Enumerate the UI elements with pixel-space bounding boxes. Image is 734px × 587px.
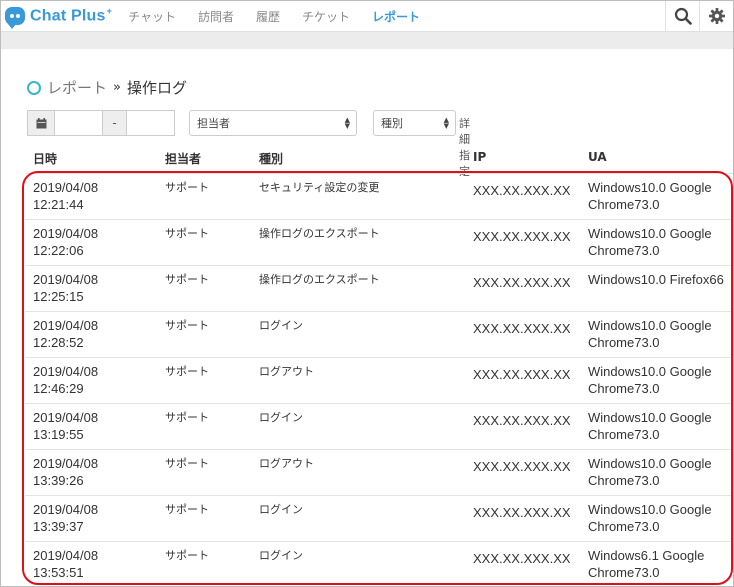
end-date-input[interactable] <box>127 110 175 136</box>
cell-ua: Windows10.0 Firefox66 <box>588 272 724 287</box>
search-icon <box>674 7 692 25</box>
cell-operator: サポート <box>165 181 209 194</box>
cell-type: 操作ログのエクスポート <box>259 227 380 240</box>
cell-operator: サポート <box>165 365 209 378</box>
nav-item-visitors[interactable]: 訪問者 <box>198 8 234 25</box>
nav-item-history[interactable]: 履歴 <box>256 8 280 25</box>
nav-item-tickets[interactable]: チケット <box>302 8 350 25</box>
cell-ip: XXX.XX.XXX.XX <box>473 367 571 382</box>
operator-select-value: 担当者 <box>197 117 230 130</box>
nav-right <box>665 1 733 31</box>
top-nav: Chat Plus+ チャット 訪問者 履歴 チケット レポート <box>1 1 733 31</box>
chat-bubble-icon <box>5 7 25 29</box>
header-type: 種別 <box>259 152 284 166</box>
cell-operator: サポート <box>165 549 209 562</box>
cell-ua: Windows6.1 Google Chrome73.0 <box>588 548 705 580</box>
select-arrows-icon: ▲ ▼ <box>443 116 449 130</box>
header-ua: UA <box>588 150 607 164</box>
cell-operator: サポート <box>165 503 209 516</box>
table-row[interactable]: 2019/04/08 13:19:55 サポート ログイン XXX.XX.XXX.… <box>25 403 733 449</box>
breadcrumb-separator: » <box>113 80 121 95</box>
header-ip: IP <box>473 150 487 164</box>
cell-ua: Windows10.0 Google Chrome73.0 <box>588 364 712 396</box>
nav-item-chat[interactable]: チャット <box>128 8 176 25</box>
table-row[interactable]: 2019/04/08 13:53:51 サポート ログイン XXX.XX.XXX.… <box>25 541 733 586</box>
table-row[interactable]: 2019/04/08 12:22:06 サポート 操作ログのエクスポート XXX.… <box>25 219 733 265</box>
cell-datetime: 2019/04/08 13:53:51 <box>33 548 99 580</box>
cell-ip: XXX.XX.XXX.XX <box>473 413 571 428</box>
cell-ua: Windows10.0 Google Chrome73.0 <box>588 180 712 212</box>
circle-icon <box>27 80 41 95</box>
cell-ua: Windows10.0 Google Chrome73.0 <box>588 226 712 258</box>
cell-ua: Windows10.0 Google Chrome73.0 <box>588 456 712 488</box>
cell-ua: Windows10.0 Google Chrome73.0 <box>588 318 712 350</box>
cell-type: ログアウト <box>259 457 314 470</box>
cell-datetime: 2019/04/08 12:28:52 <box>33 318 99 350</box>
cell-datetime: 2019/04/08 13:19:55 <box>33 410 99 442</box>
breadcrumb-parent[interactable]: レポート <box>47 77 107 98</box>
cell-operator: サポート <box>165 411 209 424</box>
cell-operator: サポート <box>165 319 209 332</box>
type-select[interactable]: 種別 ▲ ▼ <box>373 110 456 136</box>
cell-operator: サポート <box>165 227 209 240</box>
table-row[interactable]: 2019/04/08 12:46:29 サポート ログアウト XXX.XX.XXX… <box>25 357 733 403</box>
app-frame: Chat Plus+ チャット 訪問者 履歴 チケット レポート レポート » … <box>0 0 734 587</box>
header-operator: 担当者 <box>165 152 202 166</box>
cell-type: ログイン <box>259 549 303 562</box>
gear-icon <box>708 8 725 24</box>
calendar-icon <box>36 117 46 128</box>
type-select-value: 種別 <box>381 117 403 130</box>
cell-type: セキュリティ設定の変更 <box>259 181 380 194</box>
date-separator: - <box>103 110 127 136</box>
header-datetime: 日時 <box>33 152 58 166</box>
cell-operator: サポート <box>165 457 209 470</box>
cell-ip: XXX.XX.XXX.XX <box>473 505 571 520</box>
cell-ip: XXX.XX.XXX.XX <box>473 183 571 198</box>
cell-datetime: 2019/04/08 12:21:44 <box>33 180 99 212</box>
table-row[interactable]: 2019/04/08 12:21:44 サポート セキュリティ設定の変更 XXX.… <box>25 173 733 219</box>
cell-ip: XXX.XX.XXX.XX <box>473 551 571 566</box>
cell-datetime: 2019/04/08 13:39:37 <box>33 502 99 534</box>
cell-type: ログイン <box>259 411 303 424</box>
cell-ip: XXX.XX.XXX.XX <box>473 321 571 336</box>
cell-type: ログアウト <box>259 365 314 378</box>
breadcrumb: レポート » 操作ログ <box>27 77 187 98</box>
settings-button[interactable] <box>699 1 733 31</box>
cell-type: 操作ログのエクスポート <box>259 273 380 286</box>
table-row[interactable]: 2019/04/08 13:39:26 サポート ログアウト XXX.XX.XXX… <box>25 449 733 495</box>
cell-ip: XXX.XX.XXX.XX <box>473 459 571 474</box>
cell-ua: Windows10.0 Google Chrome73.0 <box>588 502 712 534</box>
cell-datetime: 2019/04/08 13:39:26 <box>33 456 99 488</box>
cell-datetime: 2019/04/08 12:25:15 <box>33 272 99 304</box>
table-row[interactable]: 2019/04/08 13:39:37 サポート ログイン XXX.XX.XXX.… <box>25 495 733 541</box>
cell-ip: XXX.XX.XXX.XX <box>473 229 571 244</box>
cell-ip: XXX.XX.XXX.XX <box>473 275 571 290</box>
nav-items: チャット 訪問者 履歴 チケット レポート <box>128 8 442 25</box>
table-row[interactable]: 2019/04/08 12:28:52 サポート ログイン XXX.XX.XXX.… <box>25 311 733 357</box>
date-range: - <box>27 110 175 136</box>
select-arrows-icon: ▲ ▼ <box>344 116 350 130</box>
toolbar-strip <box>1 31 733 49</box>
cell-datetime: 2019/04/08 12:46:29 <box>33 364 99 396</box>
start-date-input[interactable] <box>55 110 103 136</box>
cell-ua: Windows10.0 Google Chrome73.0 <box>588 410 712 442</box>
operator-select[interactable]: 担当者 ▲ ▼ <box>189 110 357 136</box>
logo[interactable]: Chat Plus+ <box>5 1 112 31</box>
logo-text: Chat Plus+ <box>30 6 113 25</box>
page-title: 操作ログ <box>126 79 187 97</box>
cell-datetime: 2019/04/08 12:22:06 <box>33 226 99 258</box>
calendar-button[interactable] <box>27 110 55 136</box>
search-button[interactable] <box>665 1 699 31</box>
detail-filter-link[interactable]: 詳細指定 <box>459 115 470 179</box>
table-row[interactable]: 2019/04/08 12:25:15 サポート 操作ログのエクスポート XXX.… <box>25 265 733 311</box>
cell-operator: サポート <box>165 273 209 286</box>
cell-type: ログイン <box>259 503 303 516</box>
cell-type: ログイン <box>259 319 303 332</box>
nav-item-report[interactable]: レポート <box>372 8 420 25</box>
